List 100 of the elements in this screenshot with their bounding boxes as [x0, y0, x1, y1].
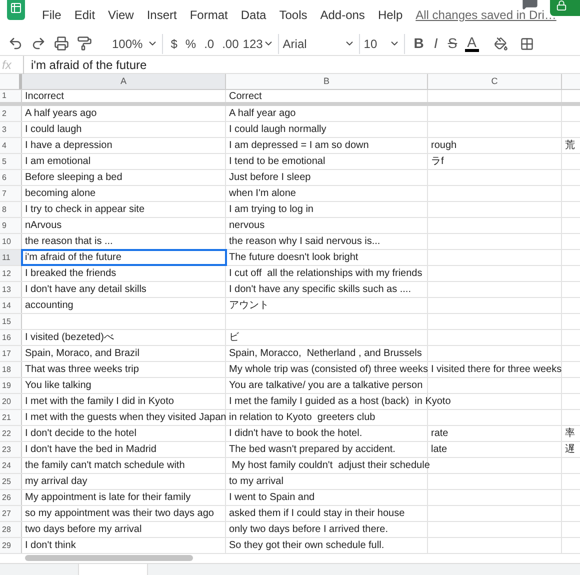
row-number[interactable]: 1 — [0, 90, 22, 102]
cell-text: Correct — [228, 90, 262, 104]
cell-text: in relation to Kyoto greeters club — [228, 411, 376, 425]
menu-item[interactable]: Tools — [279, 6, 308, 24]
row-number[interactable]: 24 — [0, 458, 22, 473]
font-value: Arial — [282, 36, 307, 52]
cell-text: Spain, Moraco, and Brazil — [24, 347, 140, 361]
cell-text: becoming alone — [24, 187, 96, 201]
row-number[interactable]: 3 — [0, 122, 22, 137]
cell-text: I visited (bezeted)べ — [24, 331, 114, 345]
cell-text: My host family couldn't adjust their schedule — [230, 459, 430, 473]
cell-text: I didn't have to book the hotel. — [228, 427, 362, 441]
cell-text: アウント — [228, 299, 269, 313]
text-color-button[interactable]: A — [465, 35, 478, 52]
cell-text: I could laugh — [24, 123, 82, 137]
cell-text: A half years ago — [24, 107, 97, 121]
scrollbar[interactable] — [25, 555, 193, 561]
cell-text: i'm afraid of the future — [24, 251, 122, 265]
row-number[interactable]: 7 — [0, 186, 22, 201]
cell-text: the reason why I said nervous is... — [228, 235, 380, 249]
strikethrough-button[interactable]: S — [442, 33, 462, 54]
column-header[interactable]: B — [226, 74, 428, 89]
cell-text: You are talkative/ you are a talkative person — [228, 379, 423, 393]
row-number[interactable]: 18 — [0, 362, 22, 377]
row-number[interactable]: 19 — [0, 378, 22, 393]
cell-text: I don't have the bed in Madrid — [24, 443, 156, 457]
row-number[interactable]: 8 — [0, 202, 22, 217]
cell-text: I met the family I guided as a host (back) in Kyoto — [228, 395, 451, 409]
cell-text: the family can't match schedule with — [24, 459, 185, 473]
row-number[interactable]: 11 — [0, 250, 22, 265]
cell-text: 荒 — [564, 138, 575, 153]
menu-item[interactable]: Edit — [74, 6, 96, 24]
row-number[interactable]: 27 — [0, 506, 22, 521]
row-number[interactable]: 15 — [0, 314, 22, 329]
cell-text: to my arrival — [228, 475, 284, 489]
font-dropdown[interactable]: Arial — [282, 34, 355, 52]
menu-item[interactable]: File — [42, 6, 62, 24]
cell-text: I have a depression — [24, 139, 112, 153]
save-status-link[interactable]: All changes saved in Dri… — [416, 6, 556, 24]
sheets-logo-icon[interactable] — [7, 0, 25, 20]
row-number[interactable]: 12 — [0, 266, 22, 281]
currency[interactable]: $ — [166, 34, 182, 52]
menu-item[interactable]: View — [108, 6, 134, 24]
percent[interactable]: % — [181, 34, 200, 52]
undo-icon[interactable] — [8, 36, 23, 51]
row-number[interactable]: 16 — [0, 330, 22, 345]
borders-icon[interactable] — [520, 36, 534, 50]
cell-text: I met with the family I did in Kyoto — [24, 395, 174, 409]
fill-color-icon[interactable] — [494, 36, 508, 50]
menu-item[interactable]: Insert — [146, 6, 177, 24]
cell-text: I tend to be emotional — [228, 155, 326, 169]
cell-text: late — [430, 443, 448, 457]
italic-button[interactable]: I — [428, 33, 443, 54]
row-number[interactable]: 10 — [0, 234, 22, 249]
row-number[interactable]: 21 — [0, 410, 22, 425]
row-number[interactable]: 9 — [0, 218, 22, 233]
row-number[interactable]: 28 — [0, 522, 22, 537]
row-number[interactable]: 25 — [0, 474, 22, 489]
row-number[interactable]: 2 — [0, 106, 22, 121]
row-number[interactable]: 17 — [0, 346, 22, 361]
row-number[interactable]: 14 — [0, 298, 22, 313]
font-size-value: 10 — [364, 36, 378, 52]
formula-field[interactable]: i'm afraid of the future — [24, 56, 580, 74]
row-number[interactable]: 26 — [0, 490, 22, 505]
cell-text: A half year ago — [228, 107, 296, 121]
cell-text: I try to check in appear site — [24, 203, 145, 217]
cell-text: Just before I sleep — [228, 171, 311, 185]
cell-text: only two days before I arrived there. — [228, 523, 388, 537]
bold-button[interactable]: B — [408, 33, 429, 54]
zoom-dropdown[interactable]: 100% — [112, 34, 158, 52]
cell-text: I don't decide to the hotel — [24, 427, 136, 441]
cell-text: I visited there for three weeks — [430, 363, 562, 377]
number-format-dropdown[interactable]: 123 — [242, 34, 274, 52]
cell-text: Spain, Moracco, Netherland , and Brussels — [228, 347, 422, 361]
row-number[interactable]: 22 — [0, 426, 22, 441]
cell-text: so my appointment was their two days ago — [24, 507, 214, 521]
font-size-dropdown[interactable]: 10 — [364, 34, 400, 52]
column-header[interactable]: C — [428, 74, 562, 89]
menu-item[interactable]: Format — [190, 6, 228, 24]
row-number[interactable]: 29 — [0, 538, 22, 553]
cell-text: I breaked the friends — [24, 267, 116, 281]
row-number[interactable]: 6 — [0, 170, 22, 185]
menu-item[interactable]: Help — [378, 6, 403, 24]
menu-item[interactable]: Add-ons — [320, 6, 365, 24]
print-icon[interactable] — [54, 36, 69, 51]
row-number[interactable]: 13 — [0, 282, 22, 297]
row-number[interactable]: 20 — [0, 394, 22, 409]
cell-text: I cut off all the relationships with my friends — [228, 267, 422, 281]
menu-item[interactable]: Data — [240, 6, 266, 24]
cell-text: ビ — [228, 331, 239, 345]
redo-icon[interactable] — [31, 36, 46, 51]
paint-format-icon[interactable] — [77, 36, 92, 51]
cell-text: I don't have any detail skills — [24, 283, 146, 297]
cell-text: I could laugh normally — [228, 123, 326, 137]
cell-text: I am emotional — [24, 155, 91, 169]
row-number[interactable]: 23 — [0, 442, 22, 457]
row-number[interactable]: 4 — [0, 138, 22, 153]
cell-text: asked them if I could stay in their house — [228, 507, 405, 521]
column-header[interactable]: A — [22, 74, 226, 89]
row-number[interactable]: 5 — [0, 154, 22, 169]
